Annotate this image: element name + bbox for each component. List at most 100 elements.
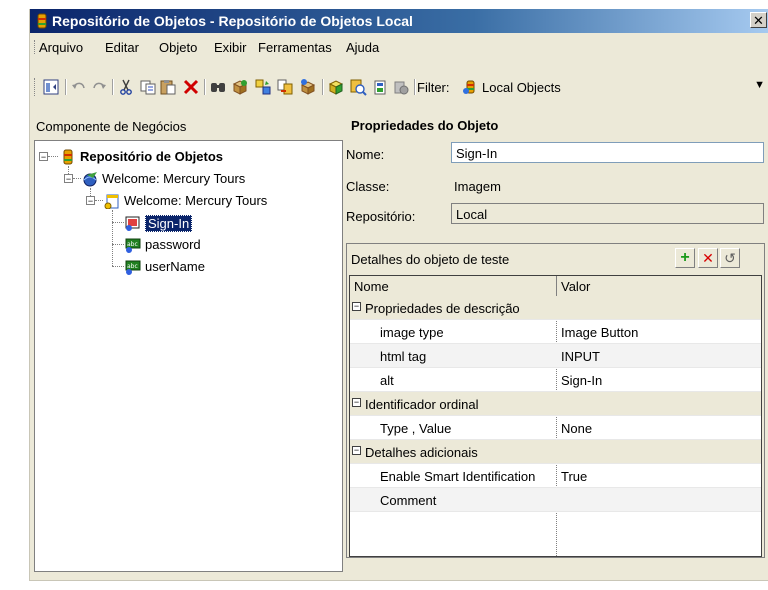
copy-icon[interactable] [139, 78, 157, 96]
update-from-app-icon[interactable] [254, 78, 272, 96]
filter-select[interactable]: Local Objects ▼ [458, 77, 767, 97]
remove-property-button[interactable]: ✕ [698, 248, 718, 268]
name-label: Nome: [346, 147, 385, 162]
refresh-button[interactable]: ↺ [720, 248, 740, 268]
repository-icon [37, 13, 47, 29]
add-objects-icon[interactable] [231, 78, 249, 96]
property-row[interactable]: Enable Smart Identification True [350, 464, 761, 488]
property-value[interactable]: Sign-In [561, 373, 602, 388]
property-name: Detalhes adicionais [365, 445, 478, 460]
grid-header: Nome Valor [350, 276, 761, 297]
name-field[interactable]: Sign-In [451, 142, 764, 163]
collapse-icon[interactable]: − [352, 398, 361, 407]
tree-line [112, 222, 124, 224]
delete-icon[interactable] [182, 78, 200, 96]
locate-icon[interactable] [349, 78, 367, 96]
collapse-icon[interactable]: − [352, 302, 361, 311]
repository-icon [63, 149, 73, 165]
details-title: Detalhes do objeto de teste [351, 252, 510, 267]
chevron-down-icon[interactable]: ▼ [754, 79, 765, 91]
filter-value: Local Objects [482, 80, 561, 95]
test-object-details: Detalhes do objeto de teste + ✕ ↺ Nome V… [346, 243, 765, 558]
collapse-icon[interactable]: − [39, 152, 48, 162]
property-row[interactable]: image type Image Button [350, 320, 761, 344]
toolbar-grip[interactable] [34, 78, 37, 96]
property-group-row[interactable]: − Propriedades de descrição [350, 296, 761, 320]
menu-ajuda[interactable]: Ajuda [346, 40, 379, 55]
menu-ferramentas[interactable]: Ferramentas [258, 40, 332, 55]
cut-icon[interactable] [117, 78, 135, 96]
paste-icon[interactable] [159, 78, 177, 96]
checkpoint-icon[interactable] [392, 78, 410, 96]
tree-node-label: Repositório de Objetos [80, 149, 224, 164]
export-icon[interactable] [299, 78, 317, 96]
property-value[interactable]: INPUT [561, 349, 600, 364]
menubar-grip[interactable] [34, 40, 37, 54]
property-group-row[interactable]: − Detalhes adicionais [350, 440, 761, 464]
repository-label: Repositório: [346, 209, 416, 224]
property-name: Type , Value [380, 421, 452, 436]
details-header: Detalhes do objeto de teste + ✕ ↺ [347, 244, 764, 272]
property-value[interactable]: None [561, 421, 592, 436]
tree-line [112, 210, 114, 266]
menu-editar[interactable]: Editar [105, 40, 139, 55]
browser-icon [83, 172, 97, 187]
collapse-icon[interactable]: − [86, 196, 95, 206]
title-bar[interactable]: Repositório de Objetos - Repositório de … [30, 9, 768, 33]
show-tree-icon[interactable] [42, 78, 60, 96]
window-title: Repositório de Objetos - Repositório de … [52, 13, 413, 29]
property-row[interactable]: Type , Value None [350, 416, 761, 440]
tree-line [48, 156, 58, 158]
column-header-name[interactable]: Nome [354, 279, 389, 294]
property-value[interactable]: Image Button [561, 325, 638, 340]
tree-node-label: password [145, 237, 201, 252]
property-row[interactable]: Comment [350, 488, 761, 512]
svg-text:abc: abc [127, 241, 138, 248]
find-icon[interactable] [209, 78, 227, 96]
collapse-icon[interactable]: − [352, 446, 361, 455]
property-name: alt [380, 373, 394, 388]
add-property-button[interactable]: + [675, 248, 695, 268]
toolbar-separator [414, 79, 416, 95]
close-button[interactable]: ✕ [750, 12, 767, 28]
column-divider[interactable] [556, 276, 557, 296]
repository-field: Local [451, 203, 764, 224]
highlight-icon[interactable] [327, 78, 345, 96]
menu-objeto[interactable]: Objeto [159, 40, 197, 55]
image-icon [125, 216, 140, 231]
property-row[interactable]: alt Sign-In [350, 368, 761, 392]
property-name: Enable Smart Identification [380, 469, 536, 484]
svg-text:abc: abc [127, 263, 138, 270]
tree-line [112, 266, 124, 268]
property-name: html tag [380, 349, 427, 364]
column-header-value[interactable]: Valor [561, 279, 590, 294]
tree-line [112, 244, 124, 246]
toolbar-separator [322, 79, 324, 95]
toolbar: Filter: Local Objects ▼ [30, 74, 768, 100]
tree-line [73, 178, 81, 180]
property-name: Comment [380, 493, 437, 508]
page-icon [104, 194, 119, 209]
property-name: Identificador ordinal [365, 397, 479, 412]
tree-line [90, 188, 92, 196]
tree-line [68, 166, 70, 174]
toolbar-separator [204, 79, 206, 95]
property-row[interactable]: html tag INPUT [350, 344, 761, 368]
object-tree[interactable]: − Repositório de Objetos − Welcome: Merc… [34, 140, 343, 572]
menu-arquivo[interactable]: Arquivo [39, 40, 83, 55]
merge-icon[interactable] [276, 78, 294, 96]
edit-field-icon: abc [125, 260, 141, 275]
properties-title: Propriedades do Objeto [351, 118, 499, 133]
property-group-row[interactable]: − Identificador ordinal [350, 392, 761, 416]
property-name: Propriedades de descrição [365, 301, 520, 316]
object-spy-icon[interactable] [372, 78, 390, 96]
property-value[interactable]: True [561, 469, 587, 484]
object-repository-window: Repositório de Objetos - Repositório de … [29, 9, 768, 581]
menu-exibir[interactable]: Exibir [214, 40, 247, 55]
undo-icon[interactable] [70, 78, 88, 96]
class-value: Imagem [454, 179, 501, 194]
properties-grid[interactable]: Nome Valor − Propriedades de descrição i… [349, 275, 762, 557]
tree-node-label: userName [145, 259, 205, 274]
redo-icon[interactable] [90, 78, 108, 96]
collapse-icon[interactable]: − [64, 174, 73, 184]
